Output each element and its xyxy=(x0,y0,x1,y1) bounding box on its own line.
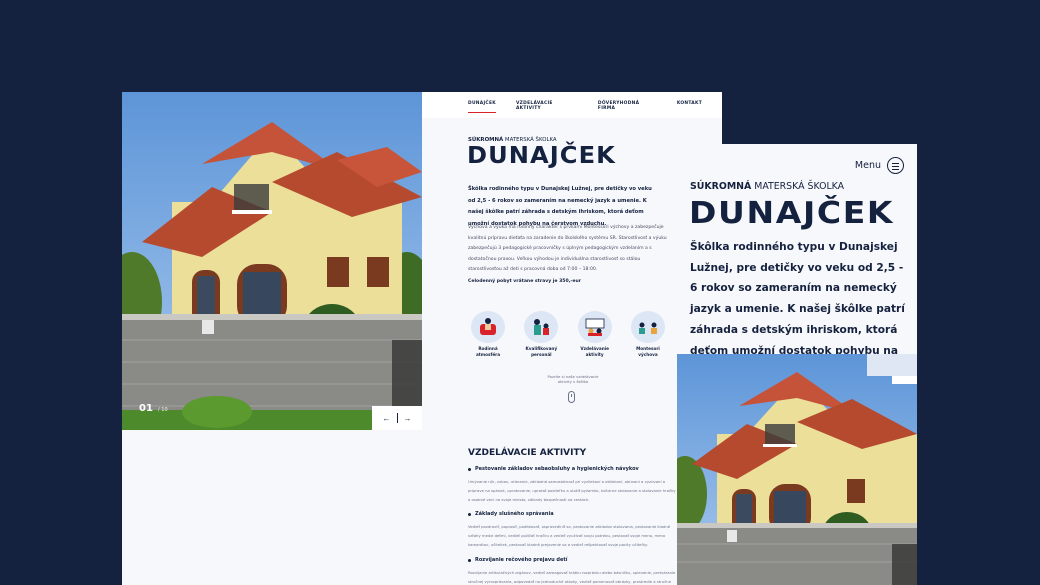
activity-desc: Rozvíjanie artikulačných orgánov, vedieť… xyxy=(468,570,676,584)
arrow-right-icon[interactable]: → xyxy=(404,414,412,423)
feature-item: Kvalifikovaný personál xyxy=(521,311,561,357)
hamburger-icon xyxy=(887,157,904,174)
scroll-mouse-icon[interactable] xyxy=(568,391,575,403)
arrow-left-icon[interactable]: ← xyxy=(383,414,391,423)
school-subtitle: SÚKROMNÁ MATERSKÁ ŠKOLKA xyxy=(690,181,844,192)
armchair-child-icon xyxy=(471,311,505,343)
arrow-divider xyxy=(396,413,398,423)
activity-desc: Vedieť pozdraviť, poprosiť, poďakovať, o… xyxy=(468,524,671,547)
classroom-icon xyxy=(577,311,612,343)
slider-counter: 01 / 10 xyxy=(139,396,168,415)
nav-item-contact[interactable]: KONTAKT xyxy=(677,101,702,113)
slider-arrows: ← → xyxy=(372,406,422,430)
yoga-children-icon xyxy=(630,311,665,343)
nav-item-trusted-company[interactable]: DÔVERYHODNÁ FIRMA xyxy=(598,101,657,113)
logo-title: DUNAJČEK xyxy=(467,143,616,169)
activity-title: Pestovanie základov sebaobsluhy a hygien… xyxy=(468,466,678,472)
feature-item: Montesori výchova xyxy=(628,311,668,357)
feature-label: Vzdelávanie aktivity xyxy=(580,346,609,357)
price-text: Celodenný pobyt vrátane stravy je 350,-e… xyxy=(468,279,581,284)
feature-item: Vzdelávanie aktivity xyxy=(575,311,615,357)
nav-item-activities[interactable]: VZDELÁVACIE AKTIVITY xyxy=(516,101,578,113)
feature-label: Rodinná atmosféra xyxy=(475,346,501,357)
subtitle-rest: MATERSKÁ ŠKOLKA xyxy=(751,181,845,192)
subtitle-bold: SÚKROMNÁ xyxy=(690,181,752,192)
menu-button[interactable]: Menu xyxy=(855,157,904,174)
feature-item: Rodinná atmosféra xyxy=(468,311,508,357)
activity-item: Základy slušného správania Vedieť pozdra… xyxy=(468,511,678,549)
activity-item: Pestovanie základov sebaobsluhy a hygien… xyxy=(468,466,678,504)
hero-photo xyxy=(122,92,422,430)
activity-title: Rozvíjanie rečového prejavu detí xyxy=(468,557,678,563)
scroll-hint: Pozrite si naše vzdelávacie aktivity v š… xyxy=(547,374,599,384)
teacher-child-icon xyxy=(524,311,559,343)
main-nav: DUNAJČEK VZDELÁVACIE AKTIVITY DÔVERYHODN… xyxy=(468,101,722,113)
body-paragraph: Výchova a výuka má rodinný charakter s p… xyxy=(468,225,667,273)
logo-title: DUNAJČEK xyxy=(689,196,895,231)
mobile-mockup: Menu SÚKROMNÁ MATERSKÁ ŠKOLKA DUNAJČEK Š… xyxy=(677,144,917,585)
feature-label: Kvalifikovaný personál xyxy=(525,346,558,357)
slider-total: / 10 xyxy=(158,407,168,413)
activity-title: Základy slušného správania xyxy=(468,511,678,517)
features-row: Rodinná atmosféra Kvalifikovaný personál… xyxy=(468,311,668,357)
nav-item-dunajcek[interactable]: DUNAJČEK xyxy=(468,101,496,113)
slider-current: 01 xyxy=(139,403,153,414)
activity-item: Rozvíjanie rečového prejavu detí Rozvíja… xyxy=(468,557,678,585)
activity-desc: Umývanie rúk, zubov, utieranie, základná… xyxy=(468,479,676,502)
desktop-mockup: 01 / 10 ← → DUNAJČEK VZDELÁVACIE AKTIVIT… xyxy=(122,92,722,585)
menu-label: Menu xyxy=(854,160,881,171)
feature-label: Montesori výchova xyxy=(636,346,660,357)
activities-heading: VZDELÁVACIE AKTIVITY xyxy=(468,448,587,458)
hero-photo xyxy=(677,354,917,585)
